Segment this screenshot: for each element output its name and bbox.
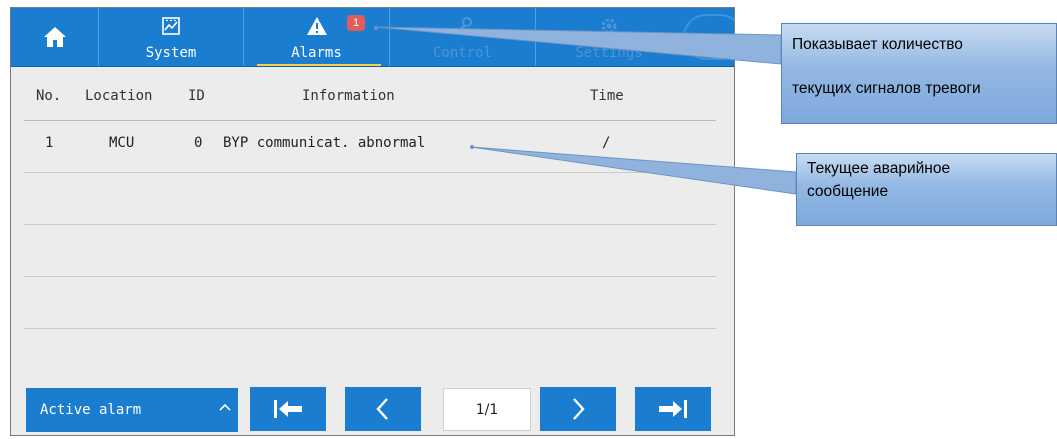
col-no: No. (36, 88, 62, 104)
alarm-count-callout: Показывает количество текущих сигналов т… (781, 23, 1057, 124)
cell-no: 1 (45, 135, 54, 151)
tab-settings-label: Settings (575, 45, 643, 61)
col-information: Information (302, 88, 395, 104)
system-chart-icon (99, 14, 243, 38)
cell-id: 0 (194, 135, 203, 151)
current-alarm-callout: Текущее аварийное сообщение (796, 153, 1057, 226)
table-row[interactable]: 1 MCU 0 BYP communicat. abnormal / (24, 120, 716, 173)
callout-text: текущих сигналов тревоги (792, 80, 981, 97)
page-indicator: 1/1 (443, 388, 531, 431)
tab-alarms-label: Alarms (291, 45, 342, 61)
chevron-up-icon (218, 400, 232, 418)
tab-control[interactable]: Control (390, 8, 536, 66)
cell-location: MCU (109, 135, 135, 151)
callout-text: Текущее аварийное (807, 160, 951, 177)
first-page-button[interactable] (250, 387, 326, 431)
active-alarm-dropdown[interactable]: Active alarm (26, 388, 238, 432)
first-page-icon (274, 400, 302, 418)
last-page-button[interactable] (635, 387, 711, 431)
tab-home[interactable] (11, 8, 99, 66)
tab-settings[interactable]: Settings (536, 8, 682, 66)
tab-control-label: Control (432, 45, 492, 61)
previous-page-button[interactable] (345, 387, 421, 431)
next-page-button[interactable] (540, 387, 616, 431)
callout-text: Показывает количество (792, 36, 963, 53)
device-screen: System Alarms Control Settings 1 No. Loc… (10, 7, 735, 436)
tab-system[interactable]: System (99, 8, 244, 66)
active-alarm-label: Active alarm (40, 402, 142, 418)
tab-alarms[interactable]: Alarms (244, 8, 390, 66)
home-icon (11, 25, 98, 49)
cell-time: / (602, 135, 611, 151)
search-button[interactable] (683, 14, 734, 60)
active-tab-indicator (257, 64, 381, 66)
chevron-left-icon (376, 398, 388, 420)
gear-icon (536, 14, 682, 38)
tab-system-label: System (145, 45, 197, 61)
table-header: No. Location ID Information Time (24, 72, 716, 121)
warning-icon (244, 14, 389, 38)
table-row-empty (24, 172, 716, 225)
col-id: ID (188, 88, 205, 104)
wrench-icon (390, 14, 535, 38)
table-row-empty (24, 224, 716, 277)
col-location: Location (85, 88, 153, 104)
table-row-empty (24, 276, 716, 329)
top-nav: System Alarms Control Settings 1 (11, 8, 734, 67)
callout-text: сообщение (807, 183, 889, 200)
last-page-icon (659, 400, 687, 418)
cell-information: BYP communicat. abnormal (223, 135, 426, 151)
chevron-right-icon (573, 398, 585, 420)
alarm-count-badge: 1 (347, 15, 365, 31)
col-time: Time (590, 88, 624, 104)
